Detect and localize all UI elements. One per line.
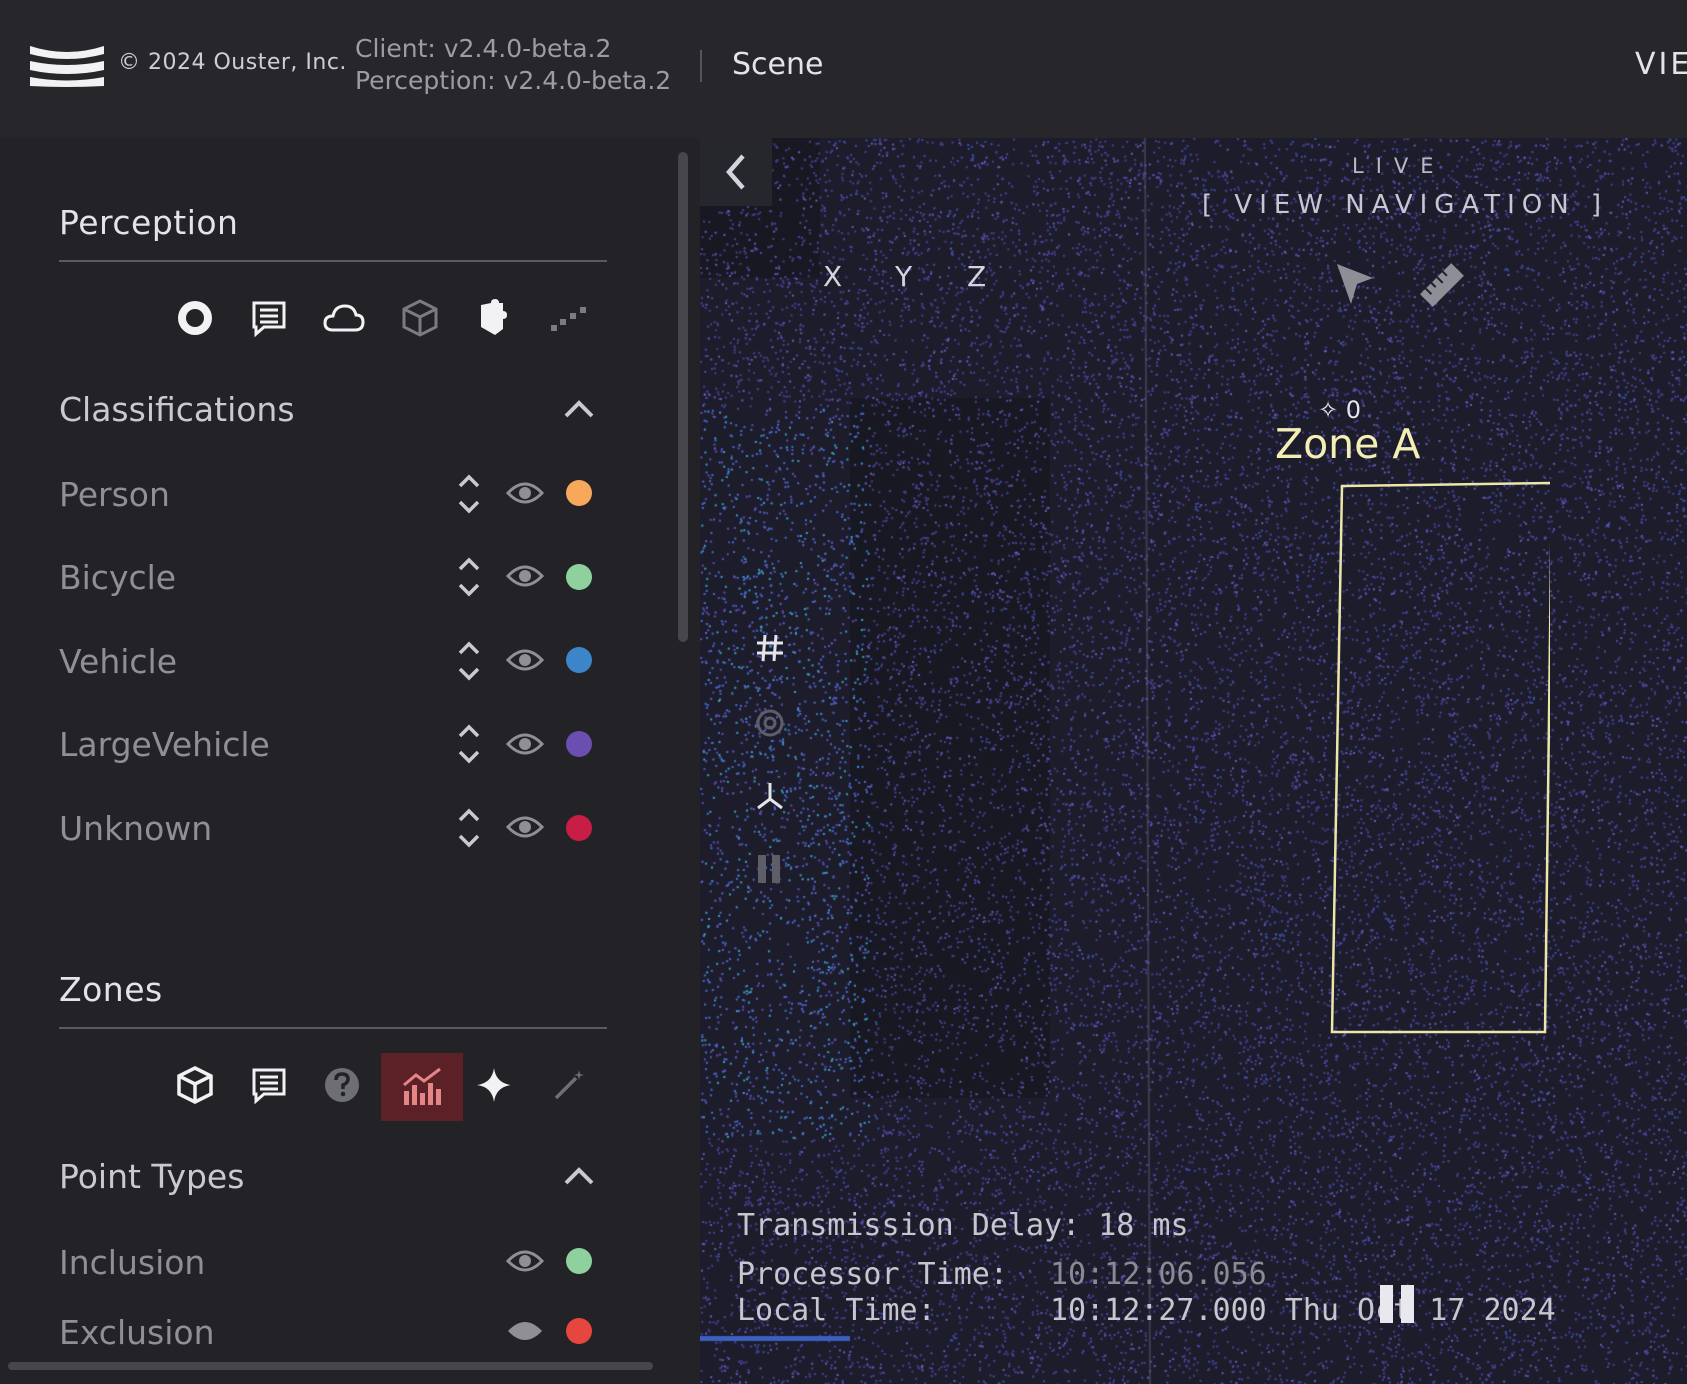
color-swatch-person[interactable]: [566, 480, 592, 506]
sidebar-scrollbar-vertical[interactable]: [678, 152, 688, 642]
view-menu[interactable]: VIE: [1635, 47, 1687, 82]
top-bar: © 2024 Ouster, Inc. Client: v2.4.0-beta.…: [0, 0, 1687, 138]
sort-person-icon[interactable]: [456, 472, 482, 516]
cube-icon[interactable]: [392, 290, 448, 346]
pause-tool-icon[interactable]: [755, 852, 785, 886]
ouster-logo: [30, 46, 104, 87]
record-icon[interactable]: [167, 290, 223, 346]
live-indicator: LIVE: [1352, 154, 1446, 178]
puzzle-icon[interactable]: [466, 290, 522, 346]
zones-title: Zones: [59, 970, 163, 1009]
processor-time-label: Processor Time:: [737, 1257, 1008, 1292]
sort-bicycle-icon[interactable]: [456, 555, 482, 599]
pause-bar-right: [1401, 1285, 1414, 1323]
local-time-value: 10:12:27.000 Thu Oct 17 2024: [1050, 1293, 1556, 1328]
axis-y-button[interactable]: Y: [895, 260, 912, 293]
version-info: Client: v2.4.0-beta.2 Perception: v2.4.0…: [355, 33, 671, 97]
visibility-unknown-eye-icon[interactable]: [506, 813, 544, 841]
sort-unknown-icon[interactable]: [456, 806, 482, 850]
magic-wand-icon[interactable]: [541, 1057, 597, 1113]
pause-bar-left: [1380, 1285, 1393, 1323]
classification-label-largevehicle: LargeVehicle: [59, 725, 270, 764]
processor-time-value: 10:12:06.056: [1050, 1257, 1267, 1292]
header-divider: [700, 50, 702, 82]
axis-z-button[interactable]: Z: [967, 260, 986, 293]
zone-list-icon[interactable]: [241, 1057, 297, 1113]
visibility-largevehicle-eye-icon[interactable]: [506, 730, 544, 758]
page-title[interactable]: Scene: [732, 47, 823, 82]
zone-polygon[interactable]: [1330, 480, 1550, 1035]
local-time-label: Local Time:: [737, 1293, 936, 1328]
perception-divider: [59, 260, 607, 262]
grid-hash-icon[interactable]: [755, 633, 785, 663]
collapse-classifications-chevron-up-icon[interactable]: [562, 392, 596, 426]
color-swatch-bicycle[interactable]: [566, 564, 592, 590]
classification-label-bicycle: Bicycle: [59, 558, 177, 597]
perception-title: Perception: [59, 203, 239, 242]
zones-divider: [59, 1027, 607, 1029]
point-types-heading: Point Types: [59, 1157, 245, 1196]
zone-name-label[interactable]: Zone A: [1275, 420, 1420, 468]
ruler-icon[interactable]: [1418, 262, 1466, 308]
axes-icon[interactable]: [755, 781, 785, 811]
sidebar-scrollbar-horizontal[interactable]: [8, 1362, 653, 1370]
color-swatch-largevehicle[interactable]: [566, 731, 592, 757]
classifications-heading: Classifications: [59, 390, 295, 429]
classification-label-vehicle: Vehicle: [59, 642, 178, 681]
visibility-inclusion-eye-icon[interactable]: [506, 1247, 544, 1275]
copyright-text: © 2024 Ouster, Inc.: [118, 50, 347, 75]
cloud-icon[interactable]: [316, 290, 372, 346]
visibility-exclusion-eye-hidden-icon[interactable]: [506, 1317, 544, 1345]
chevron-left-icon: [726, 154, 745, 190]
client-version: Client: v2.4.0-beta.2: [355, 34, 612, 63]
classification-label-unknown: Unknown: [59, 809, 213, 848]
sort-vehicle-icon[interactable]: [456, 639, 482, 683]
point-type-label-inclusion: Inclusion: [59, 1243, 206, 1282]
select-cursor-icon[interactable]: [1335, 262, 1375, 306]
visibility-bicycle-eye-icon[interactable]: [506, 562, 544, 590]
collapse-point-types-chevron-up-icon[interactable]: [562, 1159, 596, 1193]
color-swatch-exclusion[interactable]: [566, 1318, 592, 1344]
help-icon[interactable]: [314, 1057, 370, 1113]
pause-playback-button[interactable]: [1380, 1285, 1420, 1323]
visibility-vehicle-eye-icon[interactable]: [506, 646, 544, 674]
color-swatch-inclusion[interactable]: [566, 1248, 592, 1274]
collapse-sidebar-button[interactable]: [700, 138, 772, 206]
list-icon[interactable]: [241, 290, 297, 346]
transmission-delay: Transmission Delay: 18 ms: [737, 1208, 1189, 1243]
target-icon[interactable]: [755, 708, 785, 738]
visibility-person-eye-icon[interactable]: [506, 479, 544, 507]
sort-largevehicle-icon[interactable]: [456, 722, 482, 766]
classification-label-person: Person: [59, 475, 170, 514]
chart-icon[interactable]: [381, 1053, 463, 1121]
color-swatch-unknown[interactable]: [566, 815, 592, 841]
zone-cube-icon[interactable]: [167, 1057, 223, 1113]
sparkle-icon[interactable]: [466, 1057, 522, 1113]
perception-version: Perception: v2.4.0-beta.2: [355, 66, 672, 95]
point-type-label-exclusion: Exclusion: [59, 1313, 215, 1352]
axis-x-button[interactable]: X: [823, 260, 842, 293]
view-navigation-label[interactable]: [ VIEW NAVIGATION ]: [1202, 190, 1608, 220]
trail-icon[interactable]: [541, 290, 597, 346]
color-swatch-vehicle[interactable]: [566, 647, 592, 673]
